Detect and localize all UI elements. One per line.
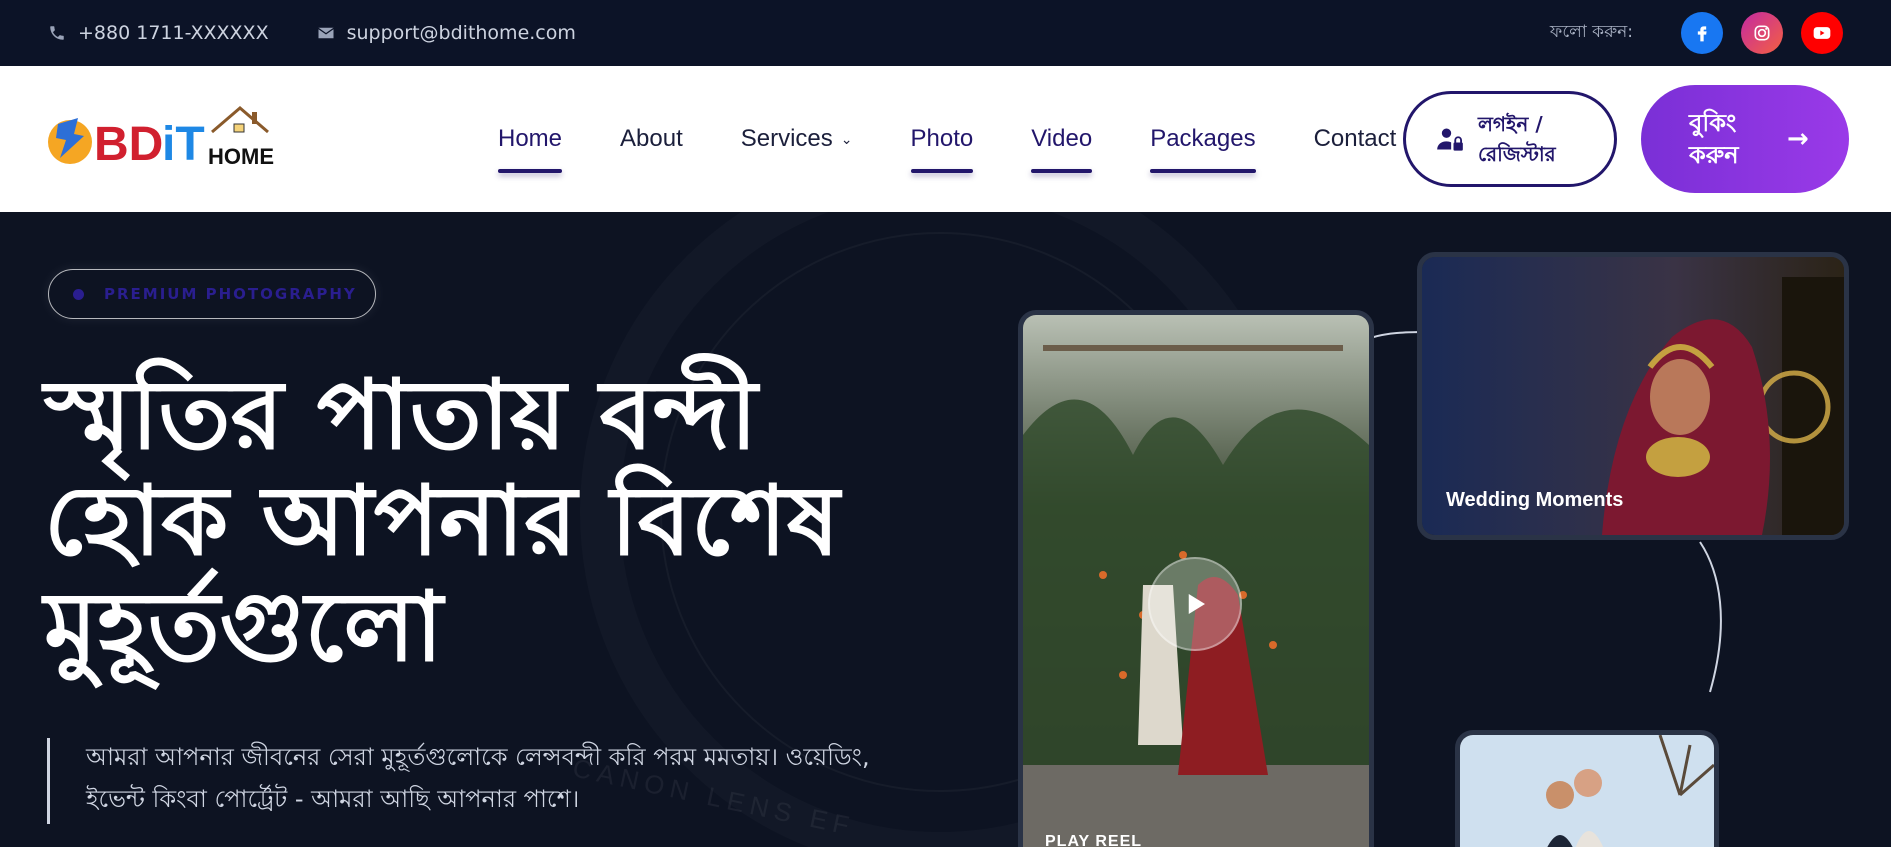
facebook-button[interactable] [1681, 12, 1723, 54]
headline-line1: স্মৃতির পাতায় বন্দী [44, 359, 758, 471]
login-label-line2: রেজিস্টার [1478, 142, 1556, 166]
nav-video[interactable]: Video [1031, 125, 1093, 173]
couple-photo-card[interactable] [1455, 730, 1719, 847]
booking-label: বুকিং করুন [1689, 109, 1739, 169]
description-accent-bar [47, 738, 50, 824]
phone-text: +880 1711-XXXXXX [78, 22, 269, 44]
login-label: লগইন / রেজিস্টার [1478, 109, 1556, 169]
premium-badge: PREMIUM PHOTOGRAPHY [48, 269, 376, 319]
nav-photo[interactable]: Photo [910, 125, 974, 173]
nav-packages[interactable]: Packages [1150, 125, 1256, 173]
nav-home-underline [498, 169, 563, 173]
badge-dot [73, 288, 84, 300]
nav-photo-underline [910, 169, 974, 173]
main-header: BD iT HOME Home About Services ⌄ Photo V… [0, 66, 1891, 212]
phone-contact[interactable]: +880 1711-XXXXXX [48, 22, 269, 44]
youtube-icon [1813, 27, 1831, 39]
desc-line1: আমরা আপনার জীবনের সেরা মুহূর্তগুলোকে লেন… [86, 743, 870, 771]
nav-home[interactable]: Home [498, 125, 563, 173]
nav-contact[interactable]: Contact [1314, 125, 1397, 153]
login-register-button[interactable]: লগইন / রেজিস্টার [1403, 91, 1617, 187]
nav-about-label: About [620, 125, 683, 152]
user-lock-icon [1437, 128, 1463, 151]
couple-image [1460, 735, 1714, 847]
play-button[interactable] [1148, 557, 1242, 651]
follow-label: ফলো করুন: [1549, 22, 1633, 42]
email-text: support@bdithome.com [346, 22, 576, 44]
nav-contact-label: Contact [1313, 125, 1397, 152]
logo-graphic: BD iT HOME [48, 106, 274, 171]
nav-packages-label: Packages [1150, 125, 1256, 152]
chevron-down-icon: ⌄ [840, 130, 853, 147]
desc-line2: ইভেন্ট কিংবা পোর্ট্রেট - আমরা আছি আপনার … [86, 785, 580, 813]
top-bar: +880 1711-XXXXXX support@bdithome.com ফল… [0, 0, 1891, 66]
headline-line2: হোক আপনার বিশেষ [44, 465, 840, 577]
nav-video-label: Video [1031, 125, 1093, 152]
nav-photo-label: Photo [910, 125, 974, 152]
main-nav: Home About Services ⌄ Photo Video Packag… [498, 66, 1454, 212]
nav-services-label: Services [740, 125, 833, 152]
instagram-icon [1754, 25, 1770, 41]
hero-headline: স্মৃতির পাতায় বন্দী হোক আপনার বিশেষ মুহ… [44, 362, 944, 680]
booking-button[interactable]: বুকিং করুন → [1641, 85, 1849, 193]
email-contact[interactable]: support@bdithome.com [317, 22, 576, 44]
badge-text: PREMIUM PHOTOGRAPHY [104, 285, 357, 303]
instagram-button[interactable] [1741, 12, 1783, 54]
video-reel-card[interactable]: PLAY REEL [1018, 310, 1374, 847]
site-logo[interactable]: BD iT HOME [44, 102, 294, 172]
play-icon [1188, 594, 1205, 614]
play-reel-label: PLAY REEL [1045, 833, 1143, 847]
nav-about[interactable]: About [620, 125, 683, 153]
facebook-icon [1697, 26, 1707, 42]
wedding-moments-label: Wedding Moments [1446, 489, 1624, 511]
headline-line3: মুহূর্তগুলো [44, 571, 443, 683]
envelope-icon [318, 27, 334, 39]
hero-description: আমরা আপনার জীবনের সেরা মুহূর্তগুলোকে লেন… [86, 736, 906, 820]
phone-icon [50, 26, 64, 40]
wedding-moments-card[interactable]: Wedding Moments [1417, 252, 1849, 540]
hero-section: CANON LENS EF PREMIUM PHOTOGRAPHY স্মৃতি… [0, 212, 1891, 847]
youtube-button[interactable] [1801, 12, 1843, 54]
nav-home-label: Home [498, 125, 563, 152]
nav-services[interactable]: Services ⌄ [741, 125, 853, 153]
logo-home: HOME [208, 144, 274, 169]
nav-packages-underline [1150, 169, 1256, 173]
logo-bd: BD [94, 118, 163, 171]
nav-video-underline [1031, 169, 1093, 173]
login-label-line1: লগইন / [1478, 112, 1543, 136]
arrow-right-icon: → [1787, 124, 1809, 154]
logo-it: iT [162, 118, 205, 171]
